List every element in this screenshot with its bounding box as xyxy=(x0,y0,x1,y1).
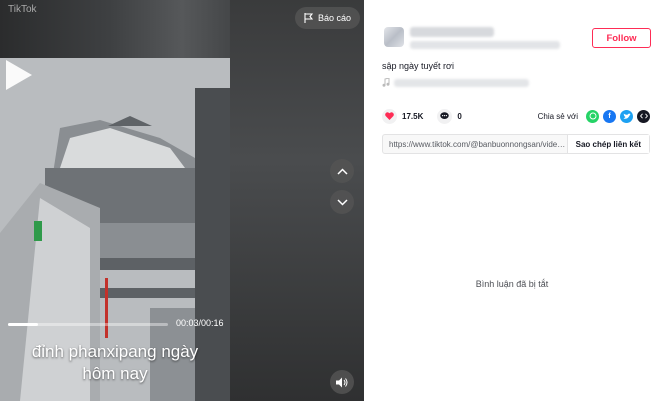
details-panel: Follow sập ngày tuyết rơi 17.5K 0 Chia s… xyxy=(364,0,660,401)
author-username[interactable] xyxy=(410,27,494,37)
video-description: sập ngày tuyết rơi xyxy=(382,61,454,71)
share-link-box: https://www.tiktok.com/@banbuonnongsan/v… xyxy=(382,134,650,154)
facebook-icon[interactable]: f xyxy=(603,109,616,123)
share-label: Chia sẻ với xyxy=(537,111,578,121)
music-note-icon xyxy=(382,78,390,87)
video-caption: đỉnh phanxipang ngày hôm nay xyxy=(0,341,230,385)
comments-disabled-message: Bình luận đã bị tắt xyxy=(475,279,549,289)
music-line[interactable] xyxy=(382,78,529,87)
caption-line-2: hôm nay xyxy=(82,364,148,383)
embed-icon[interactable] xyxy=(637,109,650,123)
volume-button[interactable] xyxy=(330,370,354,394)
time-readout: 00:03/00:16 xyxy=(176,318,224,328)
video-frame[interactable]: đỉnh phanxipang ngày hôm nay xyxy=(0,58,230,401)
heart-icon xyxy=(382,108,397,124)
copy-link-button[interactable]: Sao chép liên kết xyxy=(566,135,649,153)
like-action[interactable]: 17.5K xyxy=(382,108,424,124)
previous-video-button[interactable] xyxy=(330,159,354,183)
chevron-down-icon xyxy=(336,198,348,206)
video-player[interactable]: TikTok đỉnh phanxipang ngày hôm nay 00:0… xyxy=(0,0,364,401)
progress-bar[interactable] xyxy=(8,323,168,326)
twitter-icon[interactable] xyxy=(620,109,633,123)
chevron-up-icon xyxy=(336,167,348,175)
avatar[interactable] xyxy=(384,27,404,47)
top-handle: TikTok xyxy=(8,4,37,15)
play-icon[interactable] xyxy=(0,58,34,92)
flag-icon xyxy=(304,13,313,23)
comment-action[interactable]: 0 xyxy=(437,108,462,124)
report-button[interactable]: Báo cáo xyxy=(295,7,361,29)
whatsapp-icon[interactable] xyxy=(586,109,599,123)
like-count: 17.5K xyxy=(402,111,424,121)
progress-fill xyxy=(8,323,39,326)
comment-icon xyxy=(437,108,453,124)
comment-count: 0 xyxy=(457,111,462,121)
music-title xyxy=(394,78,529,87)
action-bar: 17.5K 0 Chia sẻ với f xyxy=(382,108,650,124)
next-video-button[interactable] xyxy=(330,190,354,214)
follow-button[interactable]: Follow xyxy=(592,28,651,48)
caption-line-1: đỉnh phanxipang ngày xyxy=(31,342,199,361)
author-subline xyxy=(410,41,560,49)
share-link-url[interactable]: https://www.tiktok.com/@banbuonnongsan/v… xyxy=(383,140,567,149)
report-label: Báo cáo xyxy=(318,13,352,23)
speaker-icon xyxy=(336,377,348,387)
